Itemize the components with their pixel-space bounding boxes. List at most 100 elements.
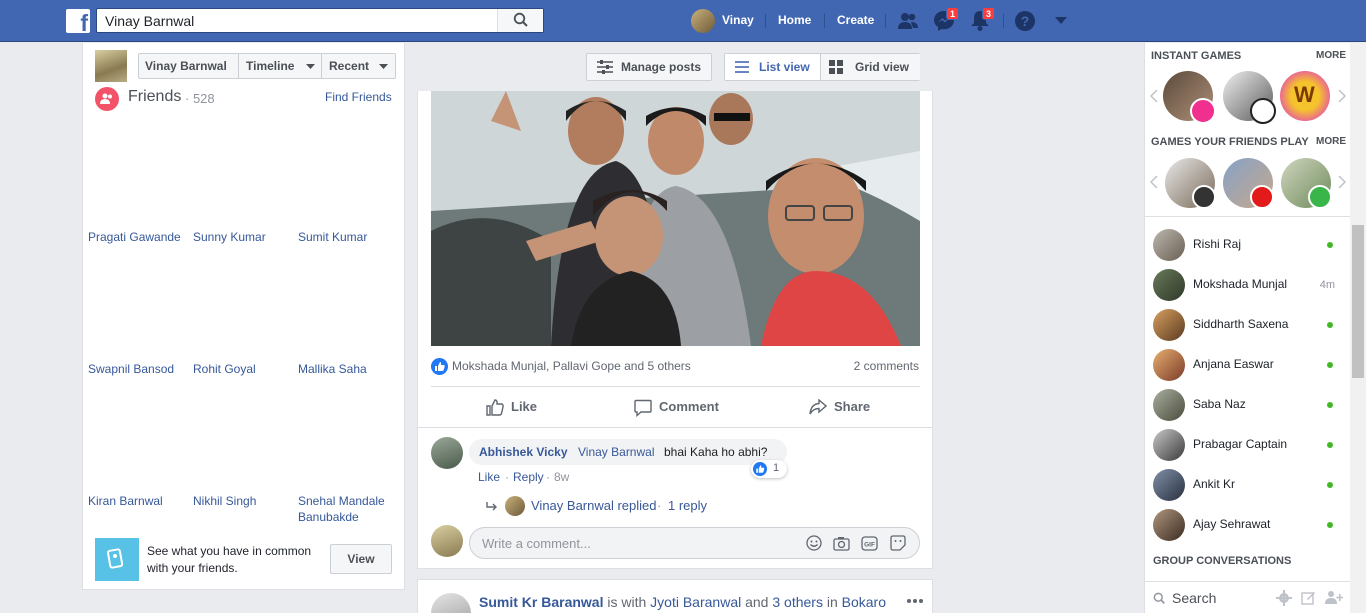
chevron-right-icon[interactable] [1338, 176, 1346, 188]
group-conversations-heading: GROUP CONVERSATIONS [1153, 555, 1292, 567]
friends-title[interactable]: Friends [128, 88, 181, 106]
right-sidebar: INSTANT GAMES MORE W GAMES YOUR FRIENDS … [1144, 43, 1351, 613]
instant-game-thumbnail[interactable]: W [1280, 71, 1330, 121]
friend-name[interactable]: Rohit Goyal [193, 361, 293, 377]
chevron-down-icon [306, 64, 315, 69]
comment-time[interactable]: 8w [554, 470, 569, 484]
svg-text:GIF: GIF [864, 542, 875, 549]
contact-item[interactable]: Ankit Kr [1153, 465, 1343, 505]
new-group-icon[interactable] [1325, 590, 1343, 605]
post-card: Mokshada Munjal, Pallavi Gope and 5 othe… [417, 91, 933, 569]
comment-reply-link[interactable]: Reply [513, 470, 544, 484]
comment-author[interactable]: Abhishek Vicky [479, 445, 568, 459]
facebook-logo[interactable]: f [66, 9, 90, 33]
search-input[interactable]: Vinay Barnwal [96, 8, 544, 33]
nav-divider [238, 54, 239, 78]
share-button[interactable]: Share [803, 391, 893, 421]
user-avatar[interactable] [691, 9, 715, 33]
tagged-friend-link[interactable]: Jyoti Baranwal [650, 594, 741, 610]
reply-count-link[interactable]: 1 reply [668, 498, 707, 513]
emoji-icon[interactable] [806, 535, 822, 551]
chevron-left-icon[interactable] [1150, 176, 1158, 188]
profile-name-button[interactable]: Vinay Barnwal [145, 59, 227, 73]
like-button[interactable]: Like [478, 391, 578, 421]
others-link[interactable]: 3 others [772, 594, 823, 610]
like-reaction-icon [753, 462, 767, 476]
manage-posts-button[interactable]: Manage posts [586, 53, 712, 81]
recent-dropdown[interactable]: Recent [329, 59, 369, 73]
camera-icon[interactable] [833, 536, 850, 551]
reactions-summary[interactable]: Mokshada Munjal, Pallavi Gope and 5 othe… [452, 359, 691, 373]
account-menu-caret-icon[interactable] [1055, 17, 1067, 25]
contact-name: Prabagar Captain [1193, 437, 1288, 451]
contact-item[interactable]: Prabagar Captain [1153, 425, 1343, 465]
new-message-icon[interactable] [1301, 590, 1316, 605]
friend-name[interactable]: Nikhil Singh [193, 493, 293, 509]
gear-icon[interactable] [1276, 590, 1292, 606]
timeline-dropdown[interactable]: Timeline [246, 59, 294, 73]
comment-tag[interactable]: Vinay Barnwal [578, 445, 655, 459]
contact-name: Anjana Easwar [1193, 357, 1274, 371]
comment-like-link[interactable]: Like [478, 470, 500, 484]
post-author-avatar[interactable] [431, 593, 471, 613]
contact-item[interactable]: Anjana Easwar [1153, 345, 1343, 385]
view-button[interactable]: View [330, 544, 392, 574]
post-author-link[interactable]: Sumit Kr Baranwal [479, 594, 603, 610]
friends-games-more-link[interactable]: MORE [1316, 136, 1346, 147]
contact-item[interactable]: Siddharth Saxena [1153, 305, 1343, 345]
friend-name[interactable]: Sumit Kumar [298, 229, 398, 245]
friend-name[interactable]: Sunny Kumar [193, 229, 293, 245]
comment-reaction-badge[interactable]: 1 [751, 460, 787, 478]
comment-input[interactable]: Write a comment... GIF [469, 527, 920, 559]
divider [1145, 216, 1351, 217]
commenter-avatar[interactable] [431, 437, 463, 469]
contact-avatar [1153, 309, 1185, 341]
create-link[interactable]: Create [837, 13, 874, 27]
friend-name[interactable]: Pragati Gawande [88, 229, 188, 245]
contact-item[interactable]: Saba Naz [1153, 385, 1343, 425]
post-photo[interactable] [431, 91, 920, 346]
search-button[interactable] [497, 9, 543, 32]
gif-icon[interactable]: GIF [861, 536, 878, 551]
friend-name[interactable]: Swapnil Bansod [88, 361, 188, 377]
find-friends-link[interactable]: Find Friends [325, 90, 392, 104]
profile-link[interactable]: Vinay [722, 13, 754, 27]
more-options-icon[interactable] [906, 598, 924, 604]
friend-name[interactable]: Kiran Barnwal [88, 493, 188, 509]
replied-link[interactable]: Vinay Barnwal replied [531, 498, 657, 513]
comment-button[interactable]: Comment [628, 391, 738, 421]
list-view-button[interactable]: List view [725, 54, 821, 80]
share-icon [809, 399, 827, 415]
home-link[interactable]: Home [778, 13, 811, 27]
last-active-time: 4m [1319, 279, 1335, 291]
sticker-icon[interactable] [890, 535, 906, 551]
svg-text:?: ? [1021, 13, 1030, 29]
contact-item[interactable]: Mokshada Munjal 4m [1153, 265, 1343, 305]
comments-count-link[interactable]: 2 comments [854, 359, 919, 373]
location-link[interactable]: Bokaro [842, 594, 886, 610]
contact-avatar [1153, 349, 1185, 381]
grid-icon [829, 60, 843, 74]
contact-avatar [1153, 269, 1185, 301]
friend-name[interactable]: Mallika Saha [298, 361, 398, 377]
page-scrollbar-thumb[interactable] [1352, 225, 1364, 378]
dot-separator: · [505, 470, 509, 484]
grid-view-button[interactable]: Grid view [820, 54, 920, 80]
contact-item[interactable]: Ajay Sehrawat [1153, 505, 1343, 545]
profile-thumbnail[interactable] [95, 50, 127, 82]
online-status-icon [1327, 522, 1333, 528]
chat-search-input[interactable]: Search [1172, 590, 1216, 606]
chevron-right-icon[interactable] [1338, 90, 1346, 102]
contact-name: Saba Naz [1193, 397, 1246, 411]
ludo-badge-icon [1308, 185, 1332, 209]
chevron-left-icon[interactable] [1150, 90, 1158, 102]
contact-item[interactable]: Rishi Raj [1153, 225, 1343, 265]
common-friends-text: See what you have in common with your fr… [147, 544, 312, 575]
reply-avatar[interactable] [505, 496, 525, 516]
online-status-icon [1327, 362, 1333, 368]
friend-name[interactable]: Snehal Mandale Banubakde [298, 493, 398, 525]
help-icon[interactable]: ? [1014, 10, 1036, 32]
instant-games-more-link[interactable]: MORE [1316, 50, 1346, 61]
friend-requests-icon[interactable] [897, 12, 919, 30]
search-value[interactable]: Vinay Barnwal [105, 13, 194, 29]
